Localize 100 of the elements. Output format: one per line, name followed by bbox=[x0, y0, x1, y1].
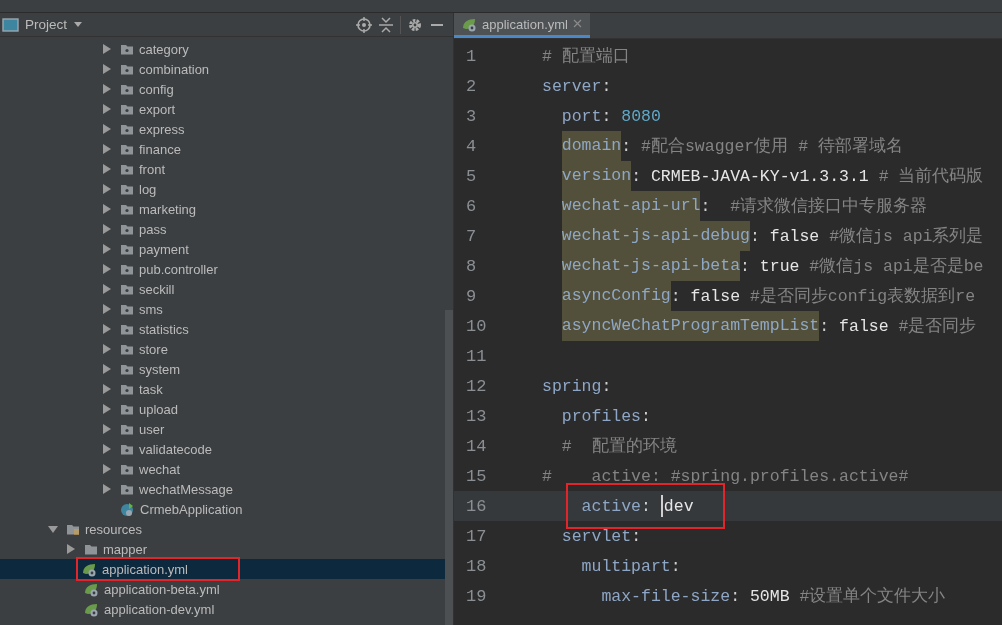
package-folder-icon bbox=[120, 42, 134, 56]
collapsed-arrow-icon[interactable] bbox=[102, 144, 112, 154]
tree-item[interactable]: statistics bbox=[139, 321, 189, 337]
line-number: 1 bbox=[465, 46, 478, 66]
collapsed-arrow-icon[interactable] bbox=[102, 324, 112, 334]
file-tab[interactable]: application.yml bbox=[454, 13, 590, 38]
collapsed-arrow-icon[interactable] bbox=[102, 264, 112, 274]
code-comment: #请求微信接口中专服务器 bbox=[730, 196, 928, 217]
settings-gear-icon[interactable] bbox=[407, 16, 423, 33]
colon: : bbox=[621, 136, 633, 156]
code-comment: #配合swagger使用 # 待部署域名 bbox=[641, 136, 903, 157]
tree-item[interactable]: export bbox=[139, 101, 176, 117]
scrollbar-thumb[interactable] bbox=[445, 310, 453, 625]
spring-leaf-icon bbox=[84, 601, 99, 617]
line-number: 10 bbox=[465, 316, 488, 336]
collapsed-arrow-icon[interactable] bbox=[102, 104, 112, 114]
selected-row[interactable]: application.yml bbox=[0, 559, 445, 579]
tree-item[interactable]: front bbox=[139, 161, 165, 177]
package-folder-icon bbox=[120, 102, 134, 116]
collapsed-arrow-icon[interactable] bbox=[102, 364, 112, 374]
tree-item[interactable]: payment bbox=[139, 241, 189, 257]
line-number: 3 bbox=[465, 106, 478, 126]
collapse-all-icon[interactable] bbox=[378, 16, 394, 33]
tree-item[interactable]: express bbox=[139, 121, 185, 137]
line-number: 2 bbox=[465, 76, 478, 96]
package-folder-icon bbox=[120, 202, 134, 216]
tree-item[interactable]: seckill bbox=[139, 281, 175, 297]
tree-item[interactable]: store bbox=[139, 341, 168, 357]
tree-item[interactable]: resources bbox=[85, 521, 143, 537]
collapsed-arrow-icon[interactable] bbox=[102, 424, 112, 434]
yaml-value: 8080 bbox=[621, 106, 661, 126]
line-number: 9 bbox=[465, 286, 478, 306]
line-number: 13 bbox=[465, 406, 488, 426]
expanded-arrow-icon[interactable] bbox=[48, 524, 58, 534]
collapsed-arrow-icon[interactable] bbox=[102, 484, 112, 494]
collapsed-arrow-icon[interactable] bbox=[102, 44, 112, 54]
collapsed-arrow-icon[interactable] bbox=[102, 284, 112, 294]
tree-item[interactable]: system bbox=[139, 361, 181, 377]
tree-item[interactable]: application-beta.yml bbox=[104, 581, 220, 597]
tree-item[interactable]: application-dev.yml bbox=[104, 601, 215, 617]
dropdown-caret-icon[interactable] bbox=[73, 21, 84, 28]
collapsed-arrow-icon[interactable] bbox=[102, 64, 112, 74]
tree-item[interactable]: upload bbox=[139, 401, 179, 417]
tree-item[interactable]: application.yml bbox=[102, 561, 188, 577]
collapsed-arrow-icon[interactable] bbox=[102, 244, 112, 254]
tree-item[interactable]: combination bbox=[139, 61, 210, 77]
tree-item[interactable]: wechatMessage bbox=[139, 481, 233, 497]
collapsed-arrow-icon[interactable] bbox=[102, 184, 112, 194]
yaml-value: dev bbox=[663, 496, 694, 516]
code-comment: #设置单个文件大小 bbox=[798, 586, 946, 607]
colon: : bbox=[601, 76, 612, 96]
colon: : bbox=[670, 556, 681, 576]
collapsed-arrow-icon[interactable] bbox=[66, 544, 76, 554]
class-icon bbox=[120, 501, 135, 517]
collapsed-arrow-icon[interactable] bbox=[102, 464, 112, 474]
package-folder-icon bbox=[120, 222, 134, 236]
tree-item[interactable]: pass bbox=[139, 221, 167, 237]
colon: : bbox=[601, 376, 612, 396]
tree-item[interactable]: task bbox=[139, 381, 163, 397]
tree-item[interactable]: log bbox=[139, 181, 157, 197]
collapsed-arrow-icon[interactable] bbox=[102, 444, 112, 454]
package-folder-icon bbox=[120, 482, 134, 496]
tree-item[interactable]: marketing bbox=[139, 201, 197, 217]
collapsed-arrow-icon[interactable] bbox=[102, 304, 112, 314]
yaml-key: multipart bbox=[542, 556, 671, 576]
package-folder-icon bbox=[120, 362, 134, 376]
collapsed-arrow-icon[interactable] bbox=[102, 384, 112, 394]
collapsed-arrow-icon[interactable] bbox=[102, 404, 112, 414]
spring-leaf-icon bbox=[82, 561, 97, 577]
line-number: 4 bbox=[465, 136, 478, 156]
yaml-key: profiles bbox=[542, 406, 642, 426]
tree-item[interactable]: pub.controller bbox=[139, 261, 218, 277]
collapsed-arrow-icon[interactable] bbox=[102, 344, 112, 354]
tree-item[interactable]: wechat bbox=[139, 461, 181, 477]
tree-item[interactable]: CrmebApplication bbox=[140, 501, 243, 517]
package-folder-icon bbox=[120, 122, 134, 136]
line-number: 12 bbox=[465, 376, 488, 396]
panel-title[interactable]: Project bbox=[25, 17, 68, 32]
tree-item[interactable]: mapper bbox=[103, 541, 148, 557]
code-comment: # 当前代码版 bbox=[877, 166, 984, 187]
tree-item[interactable]: config bbox=[139, 81, 174, 97]
tree-item[interactable]: user bbox=[139, 421, 165, 437]
yaml-key: spring bbox=[542, 376, 602, 396]
tree-item[interactable]: category bbox=[139, 41, 189, 57]
collapsed-arrow-icon[interactable] bbox=[102, 204, 112, 214]
package-folder-icon bbox=[120, 422, 134, 436]
colon: : bbox=[819, 316, 831, 336]
collapsed-arrow-icon[interactable] bbox=[102, 164, 112, 174]
collapsed-arrow-icon[interactable] bbox=[102, 124, 112, 134]
collapsed-arrow-icon[interactable] bbox=[102, 84, 112, 94]
folder-icon bbox=[84, 542, 98, 556]
line-number: 5 bbox=[465, 166, 478, 186]
code-comment: #微信js api是否是be bbox=[808, 256, 984, 277]
collapsed-arrow-icon[interactable] bbox=[102, 224, 112, 234]
yaml-key: servlet bbox=[542, 526, 632, 546]
tree-item[interactable]: validatecode bbox=[139, 441, 212, 457]
tree-item[interactable]: sms bbox=[139, 301, 163, 317]
close-icon[interactable] bbox=[573, 19, 582, 28]
locate-crosshair-icon[interactable] bbox=[356, 16, 372, 33]
tree-item[interactable]: finance bbox=[139, 141, 181, 157]
